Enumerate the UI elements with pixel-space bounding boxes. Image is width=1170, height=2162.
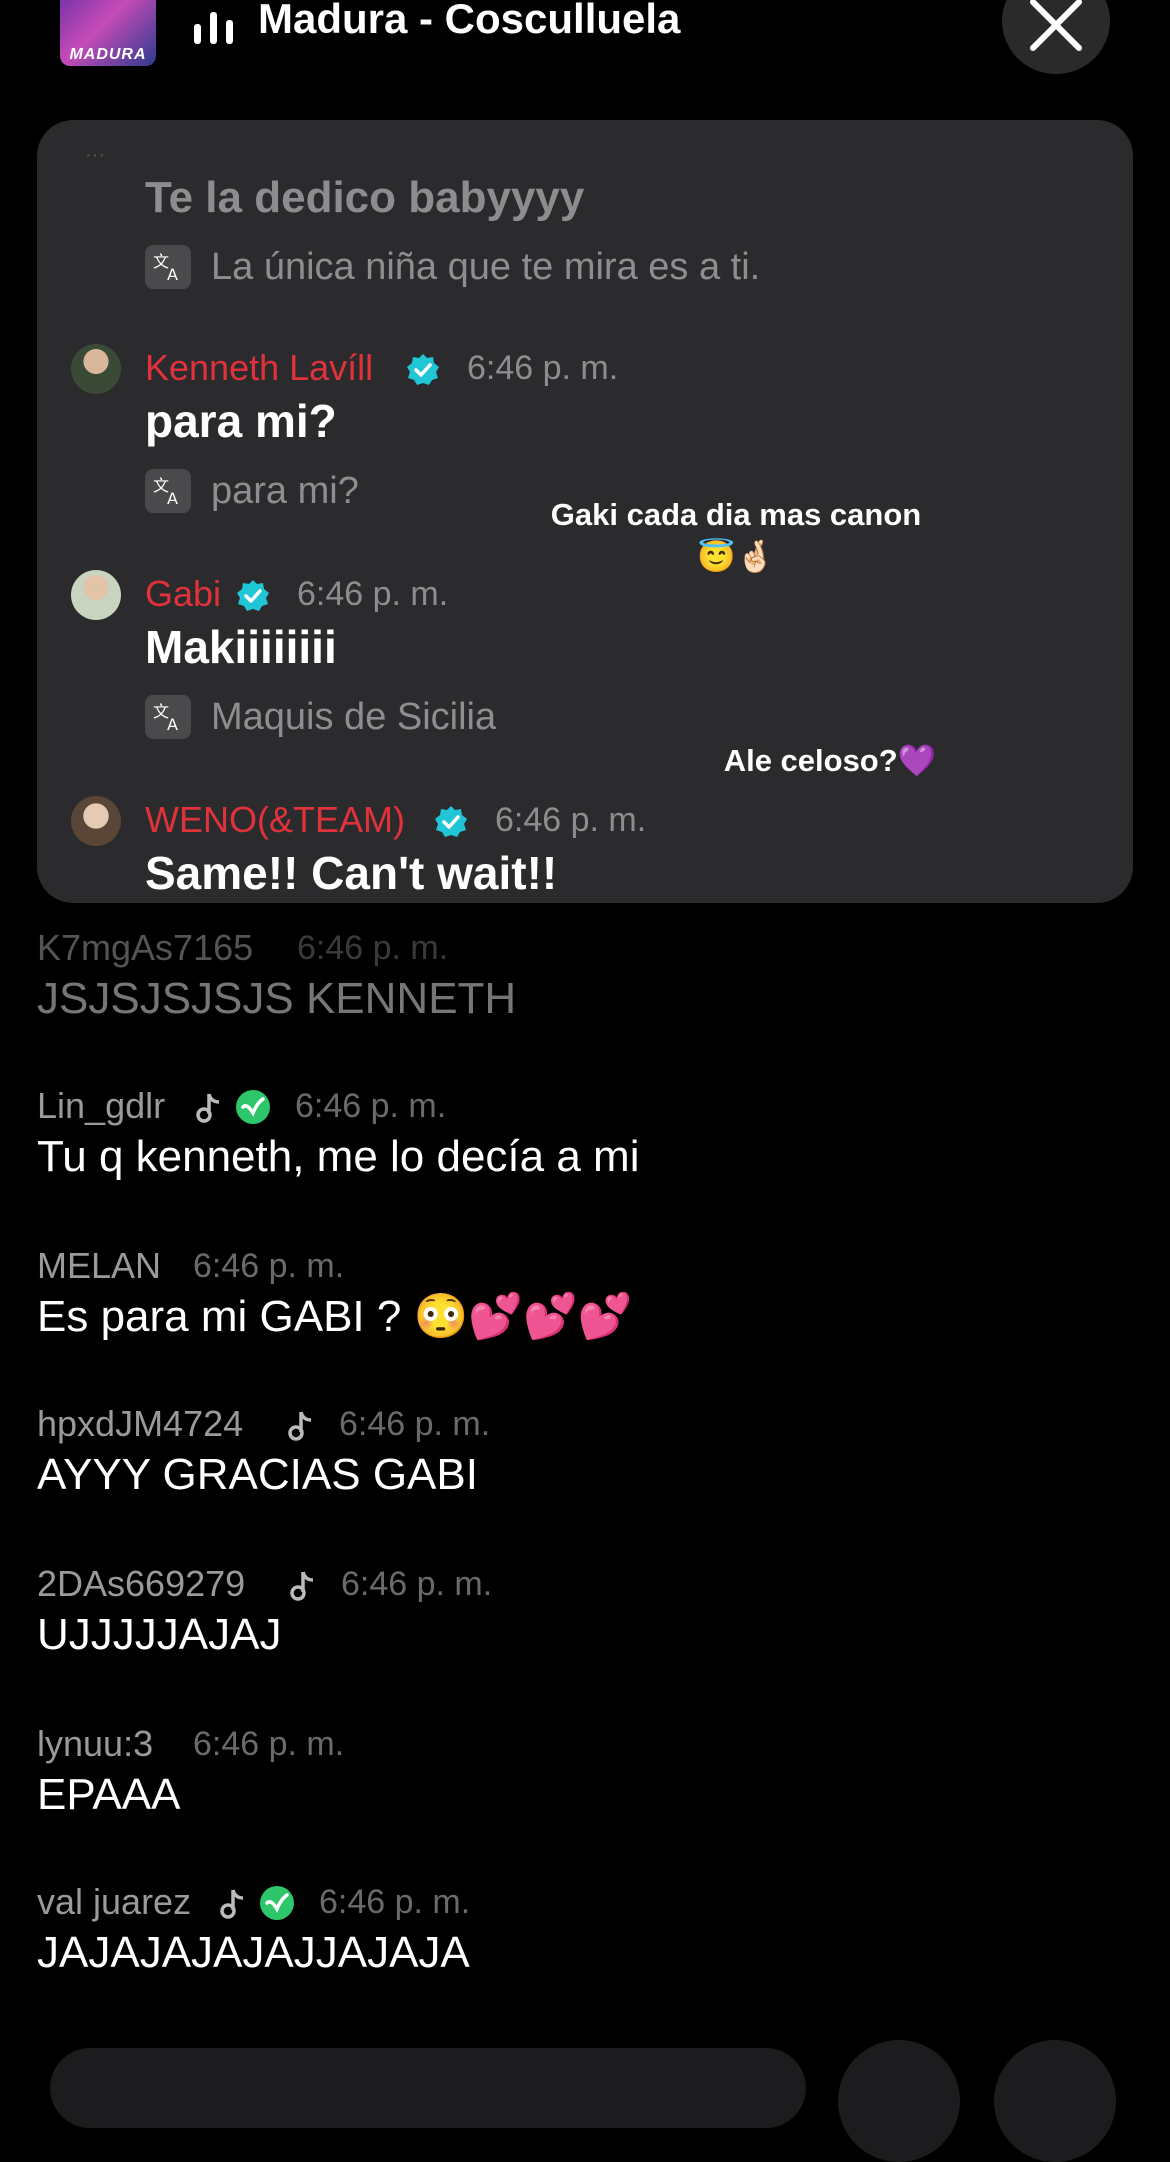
verified-icon	[237, 580, 269, 611]
chat-username[interactable]: val juarez	[37, 1880, 191, 1924]
floating-comment-emoji: 😇🤞🏻	[697, 539, 775, 574]
chat-username[interactable]: K7mgAs7165	[37, 926, 253, 970]
translate-icon: 文A	[145, 695, 191, 739]
music-note-icon	[288, 1411, 312, 1441]
action-button[interactable]	[838, 2040, 960, 2162]
chat-text: Tu q kenneth, me lo decía a mi	[37, 1132, 640, 1181]
floating-comment-text: Ale celoso?💜	[723, 743, 937, 778]
message-text: para mi?	[145, 395, 337, 447]
chat-username[interactable]: MELAN	[37, 1244, 161, 1288]
username[interactable]: WENO(&TEAM)	[145, 798, 405, 842]
chat-username[interactable]: 2DAs669279	[37, 1562, 245, 1606]
chat-text: EPAAA	[37, 1770, 181, 1819]
close-button[interactable]	[1002, 0, 1110, 74]
svg-text:A: A	[167, 715, 178, 733]
username[interactable]: Gabi	[145, 572, 221, 616]
translation-text: para mi?	[211, 470, 359, 512]
album-art-text: MADURA	[69, 46, 147, 63]
message-text: Same!! Can't wait!!	[145, 847, 558, 899]
song-title[interactable]: Madura - Cosculluela	[258, 0, 680, 44]
chat-text: AYYY GRACIAS GABI	[37, 1450, 478, 1499]
floating-comment: Ale celoso?💜	[700, 740, 960, 782]
verified-icon	[407, 354, 439, 385]
avatar[interactable]	[71, 344, 121, 394]
floating-comment: Gaki cada dia mas canon 😇🤞🏻	[536, 494, 936, 578]
timestamp: 6:46 p. m.	[467, 349, 619, 387]
top-bar: MADURA Madura - Cosculluela	[0, 0, 1170, 80]
chat-timestamp: 6:46 p. m.	[297, 929, 449, 967]
chat-timestamp: 6:46 p. m.	[319, 1883, 471, 1921]
svg-text:A: A	[167, 489, 178, 507]
green-check-icon	[260, 1886, 294, 1920]
chat-text: JAJAJAJAJAJJAJAJA	[37, 1928, 470, 1977]
chat-timestamp: 6:46 p. m.	[295, 1087, 447, 1125]
message-text: Makiiiiiiii	[145, 621, 337, 673]
chat-text: JSJSJSJSJS KENNETH	[37, 974, 517, 1023]
close-icon	[1030, 0, 1082, 51]
music-note-icon	[196, 1093, 220, 1123]
chat-timestamp: 6:46 p. m.	[193, 1247, 345, 1285]
chat-text: UJJJJJAJAJ	[37, 1610, 282, 1659]
avatar[interactable]	[71, 796, 121, 846]
green-check-icon	[236, 1090, 270, 1124]
translate-icon: 文A	[145, 245, 191, 289]
timestamp: 6:46 p. m.	[495, 801, 647, 839]
action-button[interactable]	[994, 2040, 1116, 2162]
chat-username[interactable]: hpxdJM4724	[37, 1402, 243, 1446]
timestamp: 6:46 p. m.	[297, 575, 449, 613]
music-note-icon	[220, 1889, 244, 1919]
translation-text: Maquis de Sicilia	[211, 696, 497, 738]
comment-input[interactable]	[50, 2048, 806, 2128]
music-note-icon	[290, 1571, 314, 1601]
svg-text:A: A	[167, 265, 178, 283]
translation-text: La única niña que te mira es a ti.	[211, 246, 761, 288]
verified-icon	[435, 806, 467, 837]
floating-comment-text: Gaki cada dia mas canon	[550, 497, 922, 532]
equalizer-icon	[194, 12, 234, 44]
chat-timestamp: 6:46 p. m.	[341, 1565, 493, 1603]
username[interactable]: Kenneth Lavíll	[145, 346, 373, 390]
chat-timestamp: 6:46 p. m.	[193, 1725, 345, 1763]
chat-username[interactable]: lynuu:3	[37, 1722, 153, 1766]
chat-timestamp: 6:46 p. m.	[339, 1405, 491, 1443]
pinned-message-text: Te la dedico babyyyy	[145, 173, 585, 222]
avatar[interactable]	[71, 570, 121, 620]
translate-icon: 文A	[145, 469, 191, 513]
album-art[interactable]: MADURA	[60, 0, 156, 66]
more-icon: ···	[85, 144, 105, 166]
chat-username[interactable]: Lin_gdlr	[37, 1084, 165, 1128]
chat-text: Es para mi GABI ? 😳💕💕💕	[37, 1292, 633, 1341]
